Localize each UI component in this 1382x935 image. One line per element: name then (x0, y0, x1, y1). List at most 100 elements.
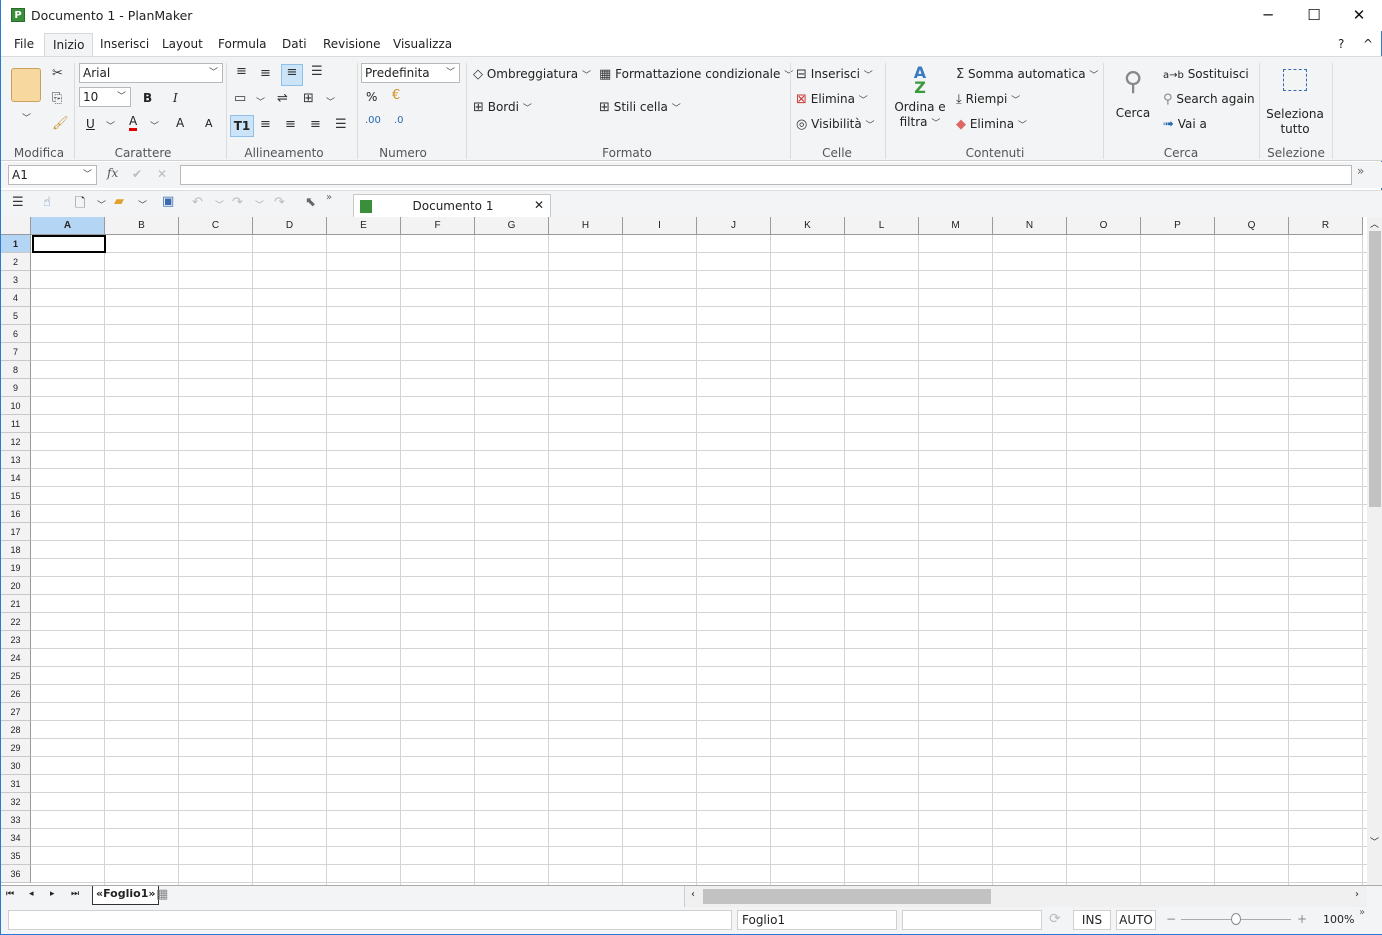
tab-layout[interactable]: Layout (154, 33, 211, 57)
column-header-G[interactable]: G (475, 217, 549, 235)
first-sheet-icon[interactable]: ⏮ (6, 889, 14, 899)
merge-cells-icon[interactable]: ⊞ (303, 91, 314, 106)
row-header-21[interactable]: 21 (1, 595, 31, 613)
tab-inizio[interactable]: Inizio (44, 33, 94, 57)
goto-button[interactable]: ➟ Vai a (1163, 117, 1207, 132)
cell-border-icon[interactable]: ▭ (234, 91, 246, 106)
clear-button[interactable]: ◆ Elimina ﹀ (956, 117, 1027, 132)
percent-button[interactable]: % (366, 90, 377, 104)
currency-icon[interactable]: € (392, 88, 400, 103)
tab-formula[interactable]: Formula (210, 33, 275, 57)
column-header-B[interactable]: B (105, 217, 179, 235)
row-header-36[interactable]: 36 (1, 865, 31, 883)
chevron-down-icon[interactable]: ﹀ (326, 95, 335, 108)
sort-filter-button[interactable]: AZ Ordina e filtra ﹀ (894, 65, 946, 131)
row-header-10[interactable]: 10 (1, 397, 31, 415)
grow-font-button[interactable]: A (176, 116, 184, 130)
row-header-13[interactable]: 13 (1, 451, 31, 469)
search-button[interactable]: ⚲ Cerca (1111, 65, 1155, 120)
align-center-icon[interactable]: ≡ (285, 117, 296, 132)
search-again-button[interactable]: ⚲ Search again (1163, 92, 1255, 107)
cancel-x-icon[interactable]: ✕ (157, 167, 167, 181)
justify-vertical-icon[interactable]: ☰ (311, 64, 323, 79)
shrink-font-button[interactable]: A (205, 117, 213, 130)
column-header-O[interactable]: O (1067, 217, 1141, 235)
paste-dropdown[interactable]: ﹀ (22, 111, 31, 124)
copy-icon[interactable]: ⎘ (52, 91, 62, 106)
tab-revisione[interactable]: Revisione (315, 33, 389, 57)
row-header-29[interactable]: 29 (1, 739, 31, 757)
document-tab[interactable]: Documento 1 ✕ (353, 194, 551, 217)
chevron-down-icon[interactable]: ﹀ (215, 198, 224, 211)
cut-icon[interactable]: ✂ (52, 66, 63, 81)
spreadsheet-grid[interactable]: A B C D E F G H I J K L M N O P Q R 1 2 3 4 5 6 7 8 9 10 11 12 13 14 15 1… (1, 217, 1367, 885)
select-all-button[interactable]: Seleziona tutto (1265, 65, 1325, 136)
row-header-15[interactable]: 15 (1, 487, 31, 505)
autosum-button[interactable]: Σ Somma automatica ﹀ (956, 67, 1098, 82)
cell-reference-box[interactable]: A1 ﹀ (8, 165, 97, 185)
row-header-9[interactable]: 9 (1, 379, 31, 397)
row-header-22[interactable]: 22 (1, 613, 31, 631)
row-header-31[interactable]: 31 (1, 775, 31, 793)
horizontal-scroll-thumb[interactable] (703, 889, 991, 904)
insert-mode-indicator[interactable]: INS (1073, 910, 1111, 930)
justify-icon[interactable]: ☰ (335, 117, 347, 132)
row-header-5[interactable]: 5 (1, 307, 31, 325)
borders-button[interactable]: ⊞ Bordi ﹀ (473, 100, 532, 115)
save-icon[interactable]: ▣ (162, 194, 174, 209)
scroll-down-icon[interactable]: ﹀ (1370, 835, 1379, 848)
vertical-scrollbar[interactable]: ︿ ﹀ (1367, 217, 1382, 885)
expand-chevron-icon[interactable]: » (1357, 164, 1364, 178)
confirm-check-icon[interactable]: ✔ (132, 167, 142, 181)
zoom-in-button[interactable]: + (1297, 912, 1307, 926)
column-header-L[interactable]: L (845, 217, 919, 235)
hamburger-menu-icon[interactable]: ☰ (12, 195, 24, 210)
close-button[interactable]: ✕ (1336, 0, 1382, 31)
redo-icon[interactable]: ↷ (232, 195, 243, 210)
column-header-F[interactable]: F (401, 217, 475, 235)
row-header-25[interactable]: 25 (1, 667, 31, 685)
row-header-23[interactable]: 23 (1, 631, 31, 649)
pointer-icon[interactable]: ⬉ (305, 195, 316, 210)
insert-cells-button[interactable]: ⊟ Inserisci ﹀ (796, 67, 873, 82)
conditional-formatting-button[interactable]: ▦ Formattazione condizionale ﹀ (599, 67, 793, 82)
align-top-icon[interactable]: ≡ (236, 64, 247, 79)
tab-inserisci[interactable]: Inserisci (92, 33, 157, 57)
font-color-dropdown[interactable]: ﹀ (150, 119, 159, 132)
shading-button[interactable]: ◇ Ombreggiatura ﹀ (473, 67, 591, 82)
collapse-ribbon-button[interactable]: ^ (1363, 37, 1373, 51)
minimize-button[interactable]: ─ (1245, 0, 1291, 31)
next-sheet-icon[interactable]: ▸ (50, 889, 55, 899)
chevron-down-icon[interactable]: ﹀ (97, 198, 106, 211)
row-header-24[interactable]: 24 (1, 649, 31, 667)
paste-icon[interactable] (11, 68, 41, 102)
row-header-34[interactable]: 34 (1, 829, 31, 847)
auto-mode-indicator[interactable]: AUTO (1116, 910, 1156, 930)
italic-button[interactable]: I (173, 91, 178, 105)
wrap-text-icon[interactable]: ⇌ (277, 91, 288, 106)
recalc-icon[interactable]: ⟳ (1049, 911, 1061, 927)
cell-styles-button[interactable]: ⊞ Stili cella ﹀ (599, 100, 681, 115)
tab-dati[interactable]: Dati (274, 33, 315, 57)
row-header-27[interactable]: 27 (1, 703, 31, 721)
column-header-E[interactable]: E (327, 217, 401, 235)
column-header-H[interactable]: H (549, 217, 623, 235)
underline-dropdown[interactable]: ﹀ (106, 119, 115, 132)
font-size-combo[interactable]: 10 ﹀ (79, 87, 131, 107)
zoom-level[interactable]: 100% (1323, 913, 1354, 926)
more-chevron-icon[interactable]: » (1359, 907, 1365, 918)
row-header-3[interactable]: 3 (1, 271, 31, 289)
visibility-button[interactable]: ◎ Visibilità ﹀ (796, 117, 875, 132)
row-header-28[interactable]: 28 (1, 721, 31, 739)
row-header-20[interactable]: 20 (1, 577, 31, 595)
column-header-Q[interactable]: Q (1215, 217, 1289, 235)
zoom-out-button[interactable]: − (1166, 912, 1176, 926)
open-folder-icon[interactable]: ▰ (114, 194, 124, 209)
repeat-icon[interactable]: ↷ (274, 195, 285, 210)
row-header-7[interactable]: 7 (1, 343, 31, 361)
prev-sheet-icon[interactable]: ◂ (29, 889, 34, 899)
row-header-4[interactable]: 4 (1, 289, 31, 307)
chevron-down-icon[interactable]: ﹀ (256, 95, 265, 108)
row-header-8[interactable]: 8 (1, 361, 31, 379)
align-bottom-icon[interactable]: ≡ (281, 64, 303, 86)
